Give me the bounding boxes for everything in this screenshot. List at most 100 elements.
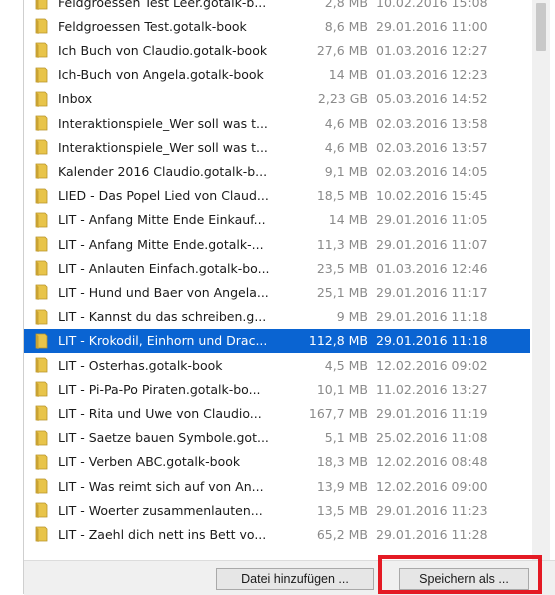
folder-icon (24, 159, 58, 183)
file-row[interactable]: LIT - Kannst du das schreiben.g... 9 MB 29… (24, 305, 530, 329)
scrollbar-thumb[interactable] (536, 3, 546, 51)
file-size: 4,6 MB (324, 139, 368, 155)
file-dialog: Feldgroessen Test Leer.gotalk-b... 2,8 MB… (23, 0, 555, 595)
file-date: 01.03.2016 12:23 (376, 67, 488, 83)
file-size: 9,1 MB (324, 163, 368, 179)
folder-icon (24, 426, 58, 450)
file-row[interactable]: LIT - Verben ABC.gotalk-book 18,3 MB 12.02… (24, 450, 530, 474)
file-date: 29.01.2016 11:07 (376, 236, 488, 252)
folder-icon (24, 498, 58, 522)
file-name: LIT - Saetze bauen Symbole.got... (58, 430, 269, 446)
file-name: LIT - Anfang Mitte Ende Einkauf... (58, 212, 266, 228)
file-name: Feldgroessen Test Leer.gotalk-b... (58, 0, 267, 10)
file-row[interactable]: Kalender 2016 Claudio.gotalk-b... 9,1 MB 0… (24, 159, 530, 183)
file-size: 18,5 MB (316, 188, 368, 204)
file-size: 14 MB (328, 212, 368, 228)
file-size: 65,2 MB (316, 526, 368, 542)
file-row[interactable]: LIT - Hund und Baer von Angela... 25,1 MB… (24, 280, 530, 304)
file-row[interactable]: LIT - Anfang Mitte Ende.gotalk-... 11,3 M… (24, 232, 530, 256)
file-row[interactable]: Feldgroessen Test.gotalk-book 8,6 MB 29.01… (24, 14, 530, 38)
save-as-highlight-box (378, 555, 542, 594)
folder-icon (24, 474, 58, 498)
file-name: LIT - Was reimt sich auf von An... (58, 478, 264, 494)
file-size: 18,3 MB (316, 454, 368, 470)
file-date: 25.02.2016 11:08 (376, 430, 488, 446)
file-date: 29.01.2016 11:17 (376, 284, 488, 300)
file-date: 29.01.2016 11:18 (376, 309, 488, 325)
file-date: 01.03.2016 12:27 (376, 42, 488, 58)
file-date: 29.01.2016 11:28 (376, 526, 488, 542)
file-row[interactable]: Interaktionspiele_Wer soll was t... 4,6 M… (24, 135, 530, 159)
file-row[interactable]: LIT - Pi-Pa-Po Piraten.gotalk-bo... 10,1 … (24, 377, 530, 401)
folder-icon (24, 377, 58, 401)
file-row[interactable]: Inbox 2,23 GB 05.03.2016 14:52 (24, 87, 530, 111)
folder-icon (24, 450, 58, 474)
file-size: 14 MB (328, 67, 368, 83)
file-name: Kalender 2016 Claudio.gotalk-b... (58, 163, 268, 179)
folder-icon (24, 135, 58, 159)
folder-icon (24, 401, 58, 425)
file-row[interactable]: LIT - Krokodil, Einhorn und Drac... 112,8… (24, 328, 530, 353)
file-date: 10.02.2016 15:08 (376, 0, 488, 10)
file-date: 01.03.2016 12:46 (376, 260, 488, 276)
file-size: 27,6 MB (316, 42, 368, 58)
file-date: 29.01.2016 11:19 (376, 405, 488, 421)
file-name: LIT - Osterhas.gotalk-book (58, 357, 223, 373)
file-name: LIT - Anlauten Einfach.gotalk-bo... (58, 260, 270, 276)
file-size: 9 MB (336, 309, 368, 325)
file-name: Inbox (58, 91, 93, 107)
file-date: 12.02.2016 09:02 (376, 357, 488, 373)
file-row[interactable]: LIT - Zaehl dich nett ins Bett vo... 65,2… (24, 522, 530, 546)
file-date: 11.02.2016 13:27 (376, 381, 488, 397)
file-row[interactable]: LIT - Osterhas.gotalk-book 4,5 MB 12.02.20… (24, 353, 530, 377)
folder-icon (24, 353, 58, 377)
file-row[interactable]: Interaktionspiele_Wer soll was t... 4,6 M… (24, 111, 530, 135)
file-row[interactable]: Ich Buch von Claudio.gotalk-book 27,6 MB 0… (24, 38, 530, 62)
file-row[interactable]: Feldgroessen Test Leer.gotalk-b... 2,8 MB… (24, 0, 530, 14)
file-name: LIT - Anfang Mitte Ende.gotalk-... (58, 236, 264, 252)
file-size: 2,8 MB (324, 0, 368, 10)
folder-icon (24, 111, 58, 135)
file-size: 11,3 MB (316, 236, 368, 252)
file-date: 12.02.2016 09:00 (376, 478, 488, 494)
file-row[interactable]: LIT - Anlauten Einfach.gotalk-bo... 23,5 … (24, 256, 530, 280)
file-size: 112,8 MB (308, 333, 368, 349)
folder-icon (24, 280, 58, 304)
file-row[interactable]: LIED - Das Popel Lied von Claud... 18,5 M… (24, 184, 530, 208)
file-name: LIT - Woerter zusammenlauten... (58, 502, 263, 518)
file-row[interactable]: Ich-Buch von Angela.gotalk-book 14 MB 01.0… (24, 63, 530, 87)
file-row[interactable]: LIT - Woerter zusammenlauten... 13,5 MB 29… (24, 498, 530, 522)
file-date: 02.03.2016 14:05 (376, 163, 488, 179)
file-date: 10.02.2016 15:45 (376, 188, 488, 204)
file-size: 10,1 MB (316, 381, 368, 397)
folder-icon (24, 329, 58, 353)
folder-icon (24, 0, 58, 14)
file-size: 4,5 MB (324, 357, 368, 373)
file-size: 167,7 MB (308, 405, 368, 421)
file-name: LIT - Kannst du das schreiben.g... (58, 309, 267, 325)
file-name: LIED - Das Popel Lied von Claud... (58, 188, 269, 204)
file-row[interactable]: LIT - Saetze bauen Symbole.got... 5,1 MB 2… (24, 426, 530, 450)
file-date: 02.03.2016 13:57 (376, 139, 488, 155)
add-file-button[interactable]: Datei hinzufügen ... (216, 568, 374, 590)
folder-icon (24, 14, 58, 38)
file-date: 05.03.2016 14:52 (376, 91, 488, 107)
folder-icon (24, 38, 58, 62)
file-row[interactable]: LIT - Rita und Uwe von Claudio... 167,7 M… (24, 401, 530, 425)
file-date: 29.01.2016 11:05 (376, 212, 488, 228)
file-size: 5,1 MB (324, 430, 368, 446)
file-name: Ich Buch von Claudio.gotalk-book (58, 42, 268, 58)
file-list[interactable]: Feldgroessen Test Leer.gotalk-b... 2,8 MB… (24, 0, 530, 560)
vertical-scrollbar[interactable] (532, 0, 550, 560)
file-name: Interaktionspiele_Wer soll was t... (58, 115, 268, 131)
file-name: Ich-Buch von Angela.gotalk-book (58, 67, 264, 83)
file-name: LIT - Hund und Baer von Angela... (58, 284, 269, 300)
file-row[interactable]: LIT - Anfang Mitte Ende Einkauf... 14 MB 2… (24, 208, 530, 232)
folder-icon (24, 208, 58, 232)
file-name: LIT - Verben ABC.gotalk-book (58, 454, 241, 470)
file-date: 29.01.2016 11:00 (376, 18, 488, 34)
folder-icon (24, 522, 58, 546)
file-row[interactable]: LIT - Was reimt sich auf von An... 13,9 M… (24, 474, 530, 498)
file-name: LIT - Pi-Pa-Po Piraten.gotalk-bo... (58, 381, 261, 397)
file-name: LIT - Zaehl dich nett ins Bett vo... (58, 526, 267, 542)
